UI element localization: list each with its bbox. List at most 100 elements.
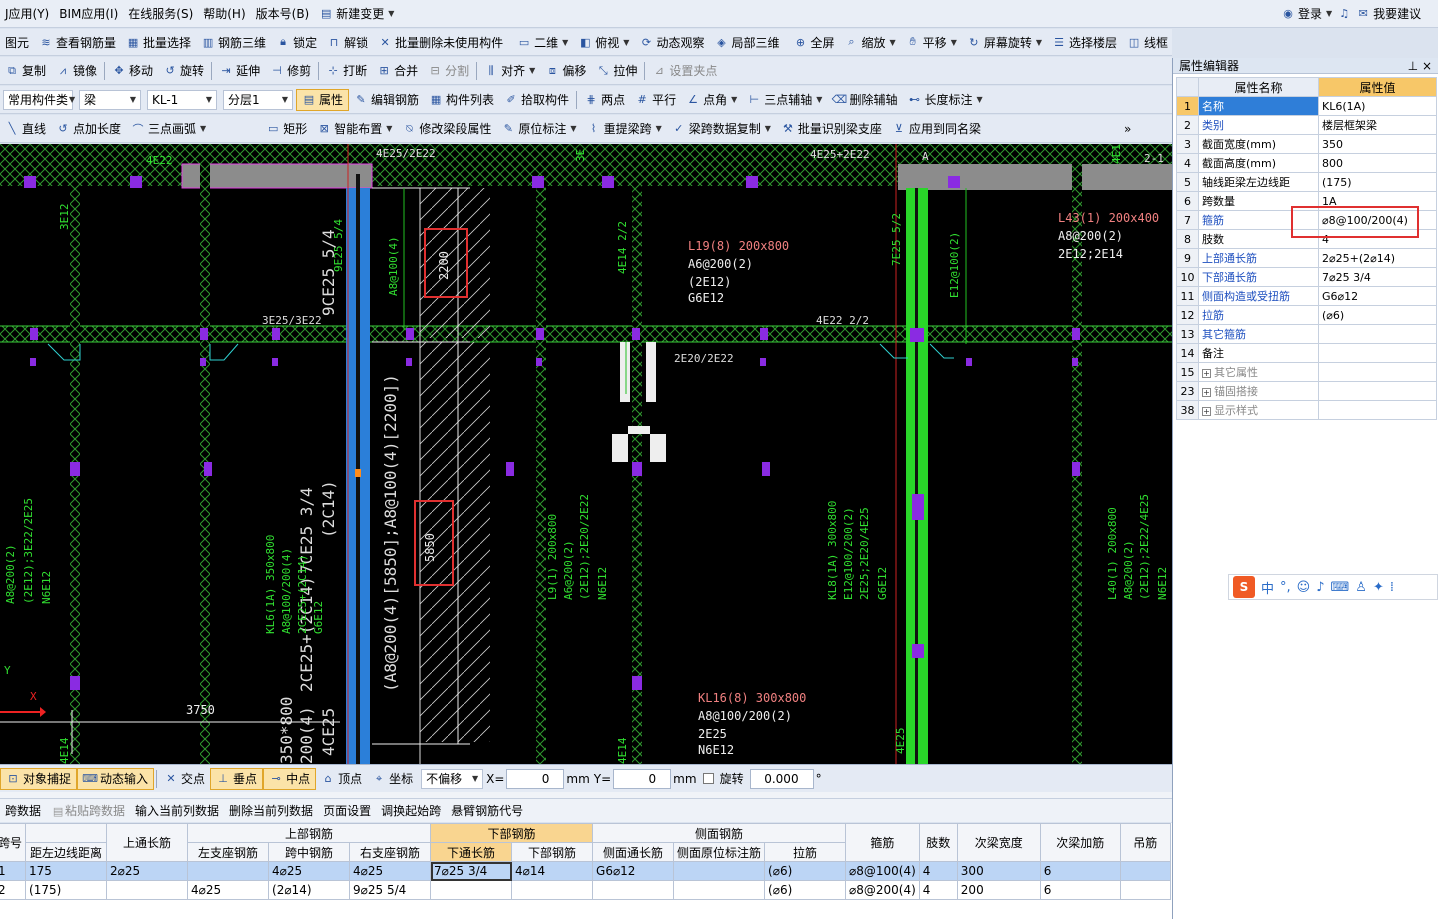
snap-vertex[interactable]: ⌂ 顶点 — [316, 768, 367, 790]
x-input[interactable]: 0 — [506, 768, 565, 789]
property-value[interactable] — [1318, 343, 1437, 363]
property-value[interactable] — [1318, 381, 1437, 401]
tool-smart-layout[interactable]: ⊠ 智能布置 ▼ — [312, 118, 397, 140]
tool-mirror[interactable]: ⩘ 镜像 — [51, 60, 102, 82]
tool-move[interactable]: ✥ 移动 — [107, 60, 158, 82]
property-row[interactable]: 11 侧面构造或受扭筋 G6⌀12 — [1176, 286, 1437, 306]
tool-properties[interactable]: ▤ 属性 — [296, 88, 350, 111]
property-row[interactable]: 13 其它箍筋 — [1176, 324, 1437, 344]
sogou-logo-icon[interactable]: S — [1233, 576, 1255, 598]
tool-screen-rotate[interactable]: ↻ 屏幕旋转 ▼ — [962, 31, 1047, 53]
tool-trim[interactable]: ⊣ 修剪 — [265, 60, 316, 82]
tool-re-extract-span[interactable]: ⌇ 重提梁跨 ▼ — [582, 118, 667, 140]
snap-midpoint[interactable]: ⊸ 中点 — [263, 767, 317, 790]
expand-icon[interactable]: + — [1202, 407, 1211, 416]
tool-modify-beam-segment[interactable]: ⍉ 修改梁段属性 — [397, 118, 496, 140]
rotate-angle-input[interactable]: 0.000 — [749, 768, 814, 789]
tool-stretch[interactable]: ⤡ 拉伸 — [591, 60, 642, 82]
tool-rectangle[interactable]: ▭ 矩形 — [261, 118, 312, 140]
ime-punct[interactable]: °, — [1280, 580, 1291, 595]
cell[interactable]: (175) — [25, 880, 108, 900]
tool-apply-same-name[interactable]: ⊻ 应用到同名梁 — [887, 118, 986, 140]
cell[interactable] — [511, 880, 594, 900]
menu-version[interactable]: 版本号(B) — [251, 3, 315, 25]
property-row[interactable]: 38 + 显示样式 — [1176, 400, 1437, 420]
page-setup-button[interactable]: 页面设置 — [318, 802, 376, 819]
property-row[interactable]: 9 上部通长筋 2⌀25+(2⌀14) — [1176, 248, 1437, 268]
menu-online[interactable]: 在线服务(S) — [123, 3, 198, 25]
cell-active[interactable]: 7⌀25 3/4 — [430, 861, 513, 881]
tool-copy[interactable]: ⧉ 复制 — [0, 60, 51, 82]
object-snap-toggle[interactable]: ⊡ 对象捕捉 — [0, 767, 78, 790]
property-value[interactable]: 800 — [1318, 153, 1437, 173]
table-row[interactable]: 11752⌀254⌀254⌀257⌀25 3/44⌀14G6⌀12(⌀6)⌀8@… — [0, 861, 1171, 881]
cell[interactable]: 1 — [0, 861, 27, 881]
suggest-button[interactable]: ✉ 我要建议 — [1351, 3, 1426, 25]
property-value[interactable] — [1318, 362, 1437, 382]
cell[interactable] — [430, 880, 513, 900]
cell[interactable] — [673, 861, 766, 881]
tool-in-situ-mark[interactable]: ✎ 原位标注 ▼ — [496, 118, 581, 140]
snap-perpendicular[interactable]: ⊥ 垂点 — [210, 767, 264, 790]
tool-edit-rebar[interactable]: ✎ 编辑钢筋 — [349, 89, 424, 111]
menu-app[interactable]: J应用(Y) — [0, 3, 54, 25]
tool-element[interactable]: 图元 — [0, 31, 34, 53]
snap-coordinate[interactable]: ⌖ 坐标 — [367, 768, 418, 790]
new-change-button[interactable]: ▤ 新建变更 ▼ — [314, 3, 399, 25]
tool-length-dim[interactable]: ⊷ 长度标注 ▼ — [902, 89, 987, 111]
input-column-button[interactable]: 输入当前列数据 — [130, 802, 224, 819]
skin-icon[interactable]: ✦ — [1373, 580, 1384, 595]
drawing-canvas[interactable]: 4E22 4E25/2E22 4E25+2E22 3E12 9E25 5/4 A… — [0, 144, 1172, 764]
property-row[interactable]: 4 截面高度(mm) 800 — [1176, 153, 1437, 173]
cell[interactable]: 4⌀25 — [268, 861, 351, 881]
tool-2d[interactable]: ▭ 二维 ▼ — [512, 31, 573, 53]
cell[interactable] — [187, 861, 270, 881]
cell[interactable] — [592, 880, 675, 900]
cell[interactable]: 4 — [918, 880, 958, 900]
tool-local-3d[interactable]: ◈ 局部三维 — [709, 31, 784, 53]
tool-unlock[interactable]: ⊓ 解锁 — [322, 31, 373, 53]
cell[interactable] — [106, 880, 189, 900]
property-value[interactable]: G6⌀12 — [1318, 286, 1437, 306]
delete-column-button[interactable]: 删除当前列数据 — [224, 802, 318, 819]
tool-orbit[interactable]: ⟳ 动态观察 — [634, 31, 709, 53]
property-row[interactable]: 12 拉筋 (⌀6) — [1176, 305, 1437, 325]
tool-parallel[interactable]: # 平行 — [630, 89, 681, 111]
property-value[interactable]: (⌀6) — [1318, 305, 1437, 325]
ime-lang[interactable]: 中 — [1261, 578, 1274, 597]
tool-copy-span-data[interactable]: ✓ 梁跨数据复制 ▼ — [667, 118, 776, 140]
property-row[interactable]: 3 截面宽度(mm) 350 — [1176, 134, 1437, 154]
cell[interactable]: G6⌀12 — [592, 861, 675, 881]
property-value[interactable]: 楼层框架梁 — [1318, 115, 1437, 135]
tool-fullscreen[interactable]: ⊕ 全屏 — [788, 31, 839, 53]
dynamic-input-toggle[interactable]: ⌨ 动态输入 — [77, 767, 155, 790]
cell[interactable]: 4 — [918, 861, 958, 881]
tool-delete-axis[interactable]: ⌫ 删除辅轴 — [827, 89, 902, 111]
ime-toolbar[interactable]: S 中 °, ☺ ♪ ⌨ ♙ ✦ ⁞ — [1228, 574, 1438, 600]
property-row[interactable]: 14 备注 — [1176, 343, 1437, 363]
tool-extend[interactable]: ⇥ 延伸 — [214, 60, 265, 82]
keyboard-icon[interactable]: ⌨ — [1331, 580, 1350, 595]
snap-intersection[interactable]: ✕ 交点 — [159, 768, 210, 790]
bell-icon[interactable]: ♫ — [1337, 7, 1351, 21]
cell[interactable]: 300 — [956, 861, 1041, 881]
cell[interactable]: (2⌀14) — [268, 880, 351, 900]
tool-pan[interactable]: ✋︎ 平移 ▼ — [901, 31, 962, 53]
tool-break[interactable]: ⊹ 打断 — [321, 60, 372, 82]
tool-point-angle[interactable]: ∠ 点角 ▼ — [681, 89, 742, 111]
tool-wireframe[interactable]: ◫ 线框 — [1122, 31, 1172, 53]
cell[interactable] — [1119, 861, 1171, 881]
tool-batch-identify-support[interactable]: ⚒ 批量识别梁支座 — [776, 118, 887, 140]
tool-three-point-arc[interactable]: ⌒ 三点画弧 ▼ — [126, 118, 211, 140]
property-value[interactable] — [1318, 324, 1437, 344]
property-row[interactable]: 2 类别 楼层框架梁 — [1176, 115, 1437, 135]
floor-select[interactable]: 分层1 ▼ — [223, 89, 293, 110]
property-value[interactable]: KL6(1A) — [1318, 96, 1437, 116]
cell[interactable] — [1119, 880, 1171, 900]
tool-rotate[interactable]: ↺ 旋转 — [158, 60, 209, 82]
y-input[interactable]: 0 — [613, 768, 672, 789]
property-value[interactable] — [1318, 400, 1437, 420]
property-value[interactable]: (175) — [1318, 172, 1437, 192]
tool-zoom[interactable]: ⌕ 缩放 ▼ — [840, 31, 901, 53]
cell[interactable] — [673, 880, 766, 900]
